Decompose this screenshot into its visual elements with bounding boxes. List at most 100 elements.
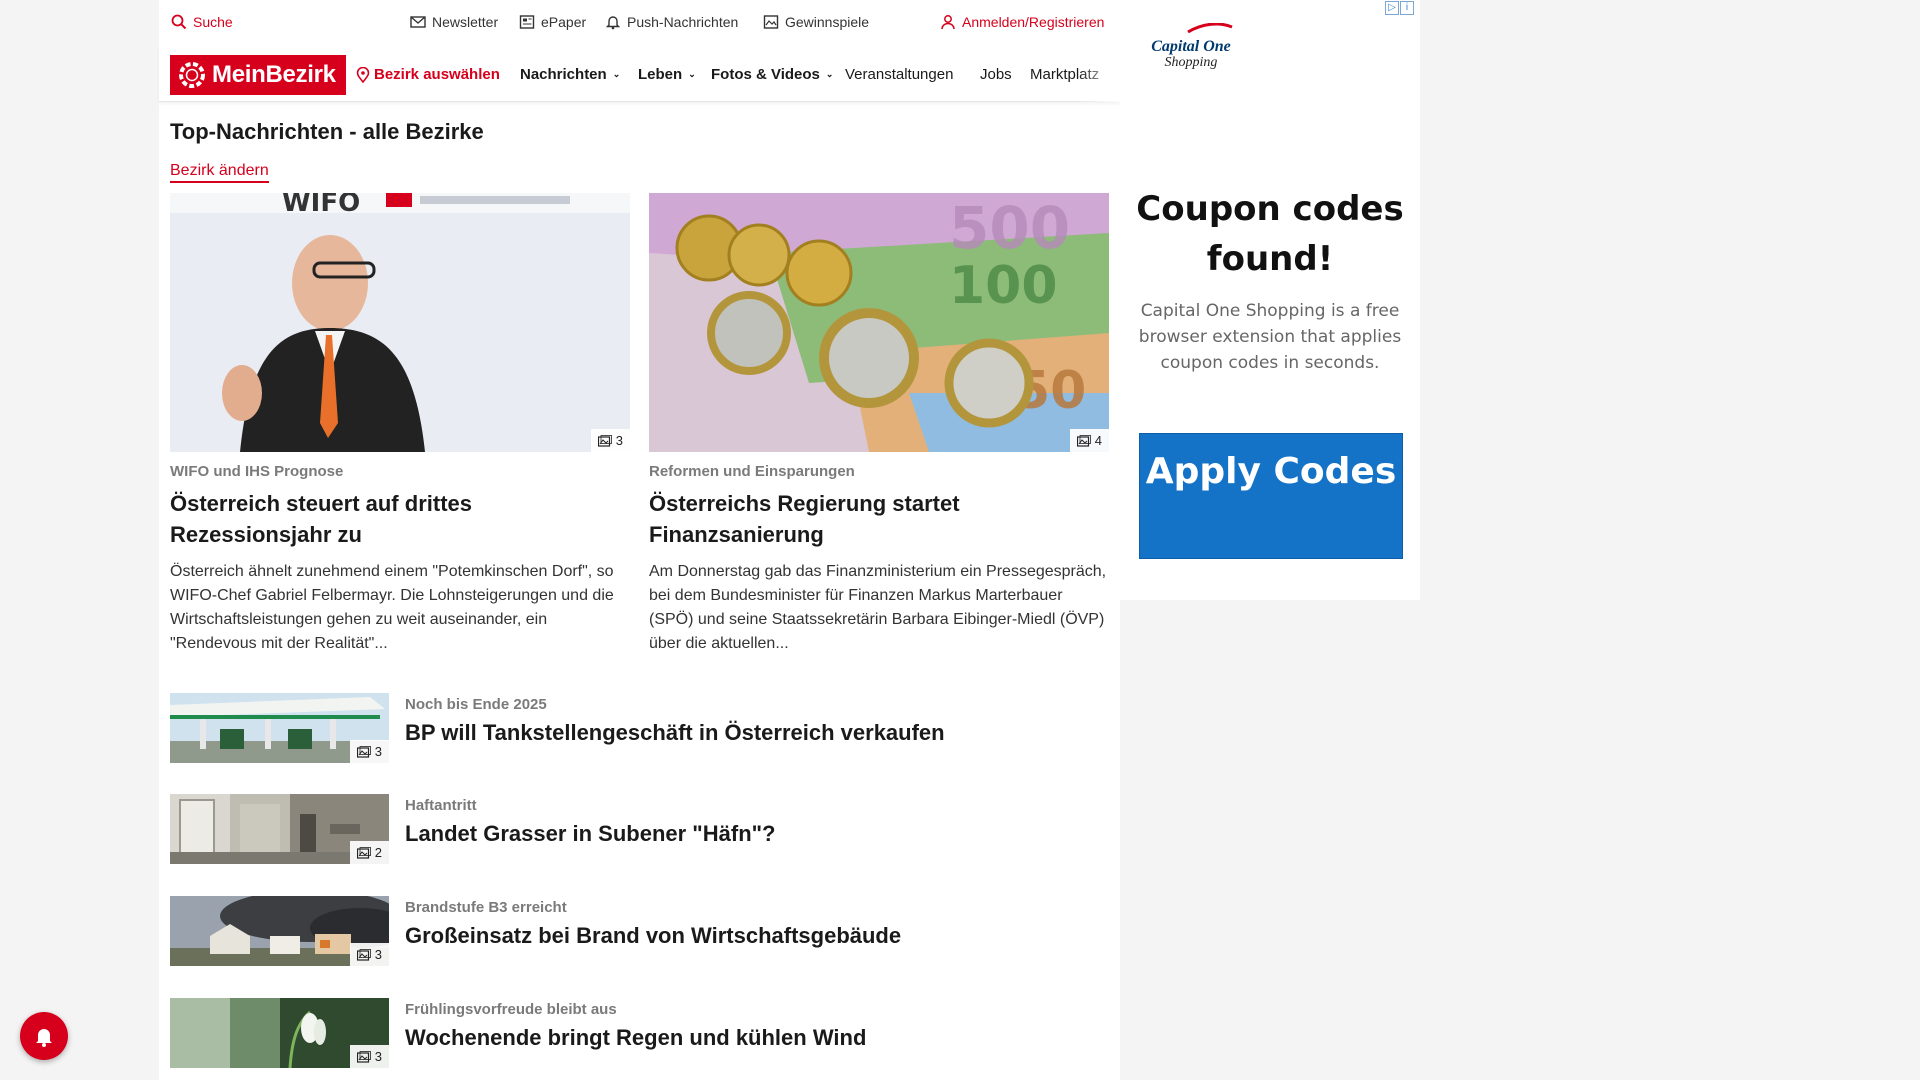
bell-icon [605, 16, 621, 30]
article-thumbnail[interactable]: 3 [170, 896, 389, 966]
gallery-icon [356, 948, 371, 961]
ad-brand-logo: Capital One Shopping [1148, 20, 1234, 71]
nav-overflow-fade [1079, 46, 1120, 102]
search-link[interactable]: Suche [171, 14, 233, 30]
page-title: Top-Nachrichten - alle Bezirke [170, 119, 484, 144]
image-count: 3 [374, 1049, 382, 1064]
image-count: 3 [374, 947, 382, 962]
image-count: 3 [615, 433, 623, 448]
image-count-badge: 3 [590, 429, 630, 452]
euro-money-photo: 500 100 50 [649, 193, 1109, 452]
article-kicker: Frühlingsvorfreude bleibt aus [405, 1001, 617, 1018]
utility-bar: Suche Newsletter ePaper Push-Nachrichten… [159, 0, 1120, 46]
epaper-label: ePaper [541, 14, 587, 30]
gallery-icon [356, 1050, 371, 1063]
nav-item-fotos-videos[interactable]: Fotos & Videos ⌄ [711, 66, 833, 83]
article-headline[interactable]: Österreichs Regierung startet Finanzsani… [649, 488, 1109, 550]
economist-photo: WIFO [170, 193, 630, 452]
bell-icon [36, 1029, 52, 1047]
article-headline[interactable]: Österreich steuert auf drittes Rezession… [170, 488, 630, 550]
article-thumbnail[interactable]: 3 [170, 693, 389, 763]
image-count: 2 [374, 845, 382, 860]
list-item[interactable]: 3 Brandstufe B3 erreicht Großeinsatz bei… [170, 896, 1110, 966]
push-link[interactable]: Push-Nachrichten [605, 14, 738, 30]
article-thumbnail[interactable]: 2 [170, 794, 389, 864]
list-item[interactable]: 3 Frühlingsvorfreude bleibt aus Wochenen… [170, 998, 1110, 1068]
nav-item-label: Jobs [980, 66, 1012, 83]
games-link[interactable]: Gewinnspiele [763, 14, 869, 30]
article-thumbnail[interactable]: 3 [170, 998, 389, 1068]
newspaper-icon [519, 15, 535, 29]
mail-icon [410, 16, 426, 28]
wifo-logo-text: WIFO [282, 193, 360, 218]
select-district-button[interactable]: Bezirk auswählen [356, 66, 500, 83]
article-headline[interactable]: Großeinsatz bei Brand von Wirtschaftsgeb… [405, 923, 901, 949]
ad-brand-sub: Shopping [1164, 55, 1218, 71]
image-count: 3 [374, 744, 382, 759]
gallery-icon [356, 846, 371, 859]
logo-text: MeinBezirk [212, 61, 336, 88]
svg-text:100: 100 [949, 256, 1058, 316]
chevron-down-icon: ⌄ [612, 69, 621, 79]
login-link[interactable]: Anmelden/Registrieren [940, 14, 1104, 30]
nav-item-veranstaltungen[interactable]: Veranstaltungen [845, 66, 953, 83]
main-column: Suche Newsletter ePaper Push-Nachrichten… [159, 0, 1120, 1080]
nav-item-jobs[interactable]: Jobs [980, 66, 1012, 83]
gallery-icon [1076, 434, 1091, 447]
ad-headline: Coupon codes found! [1136, 189, 1404, 279]
newsletter-link[interactable]: Newsletter [410, 14, 498, 30]
select-district-label: Bezirk auswählen [374, 66, 500, 83]
article-image[interactable]: 500 100 50 4 [649, 193, 1109, 452]
article-kicker: Brandstufe B3 erreicht [405, 899, 567, 916]
ad-choices-icon[interactable]: ▷ i [1385, 1, 1414, 15]
article-kicker: WIFO und IHS Prognose [170, 463, 344, 480]
logo-flower-icon [179, 62, 205, 88]
push-label: Push-Nachrichten [627, 14, 739, 30]
gallery-icon [597, 434, 612, 447]
user-icon [941, 15, 955, 30]
image-count: 4 [1094, 433, 1102, 448]
article-headline[interactable]: BP will Tankstellengeschäft in Österreic… [405, 720, 945, 746]
article-kicker: Noch bis Ende 2025 [405, 696, 547, 713]
gift-icon [763, 15, 779, 29]
swoosh-icon [1187, 22, 1233, 34]
nav-item-nachrichten[interactable]: Nachrichten ⌄ [520, 66, 620, 83]
article-teaser: Am Donnerstag gab das Finanzministerium … [649, 563, 1107, 652]
article-headline[interactable]: Wochenende bringt Regen und kühlen Wind [405, 1025, 866, 1051]
location-pin-icon [356, 66, 370, 83]
search-label: Suche [193, 14, 233, 30]
nav-item-label: Veranstaltungen [845, 66, 954, 83]
image-count-badge: 3 [349, 740, 389, 763]
search-icon [171, 14, 187, 30]
nav-item-label: Leben [638, 66, 683, 83]
chevron-down-icon: ⌄ [825, 69, 834, 79]
epaper-link[interactable]: ePaper [519, 14, 586, 30]
article-kicker: Haftantritt [405, 797, 477, 814]
image-count-badge: 3 [349, 1045, 389, 1068]
apply-codes-button[interactable]: Apply Codes [1139, 433, 1403, 559]
site-logo[interactable]: MeinBezirk [170, 55, 346, 95]
newsletter-label: Newsletter [432, 14, 499, 30]
article-teaser: Österreich ähnelt zunehmend einem "Potem… [170, 563, 614, 652]
nav-item-label: Nachrichten [520, 66, 607, 83]
image-count-badge: 2 [349, 841, 389, 864]
list-item[interactable]: 3 Noch bis Ende 2025 BP will Tankstellen… [170, 693, 1110, 763]
image-count-badge: 3 [349, 943, 389, 966]
chevron-down-icon: ⌄ [688, 69, 696, 79]
article-kicker: Reformen und Einsparungen [649, 463, 855, 480]
notification-bell-button[interactable] [20, 1012, 68, 1060]
nav-item-leben[interactable]: Leben ⌄ [638, 66, 696, 83]
games-label: Gewinnspiele [785, 14, 870, 30]
ad-body: Capital One Shopping is a free browser e… [1138, 301, 1402, 373]
article-image[interactable]: WIFO 3 [170, 193, 630, 452]
main-navigation: MeinBezirk Bezirk auswählen Nachrichten ⌄… [159, 46, 1120, 102]
ad-brand-name: Capital One [1151, 37, 1231, 55]
list-item[interactable]: 2 Haftantritt Landet Grasser in Subener … [170, 794, 1110, 864]
login-label: Anmelden/Registrieren [962, 14, 1105, 30]
change-district-link[interactable]: Bezirk ändern [170, 162, 269, 183]
nav-item-label: Fotos & Videos [711, 66, 820, 83]
advertisement[interactable]: ▷ i Capital One Shopping Coupon codes fou… [1120, 0, 1420, 600]
article-headline[interactable]: Landet Grasser in Subener "Häfn"? [405, 821, 776, 847]
article-card[interactable]: WIFO 3 WIFO und IHS Prognose Österreich … [170, 193, 630, 656]
article-card[interactable]: 500 100 50 4 Reformen und Einsparungen Ö… [649, 193, 1109, 656]
